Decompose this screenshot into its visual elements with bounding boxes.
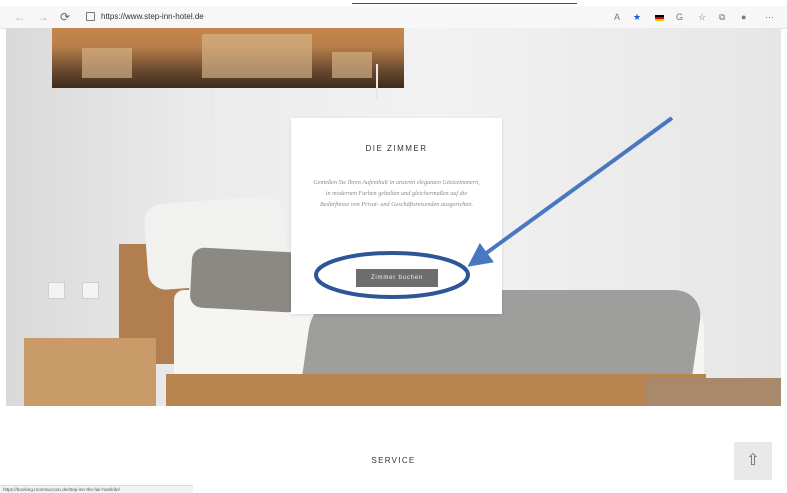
annotation-overlay bbox=[314, 116, 674, 299]
service-heading: SERVICE bbox=[371, 456, 416, 465]
pointer-arrow bbox=[467, 116, 674, 267]
highlight-ellipse bbox=[314, 251, 470, 299]
arrow-up-icon[interactable]: ⇧ bbox=[734, 442, 772, 480]
